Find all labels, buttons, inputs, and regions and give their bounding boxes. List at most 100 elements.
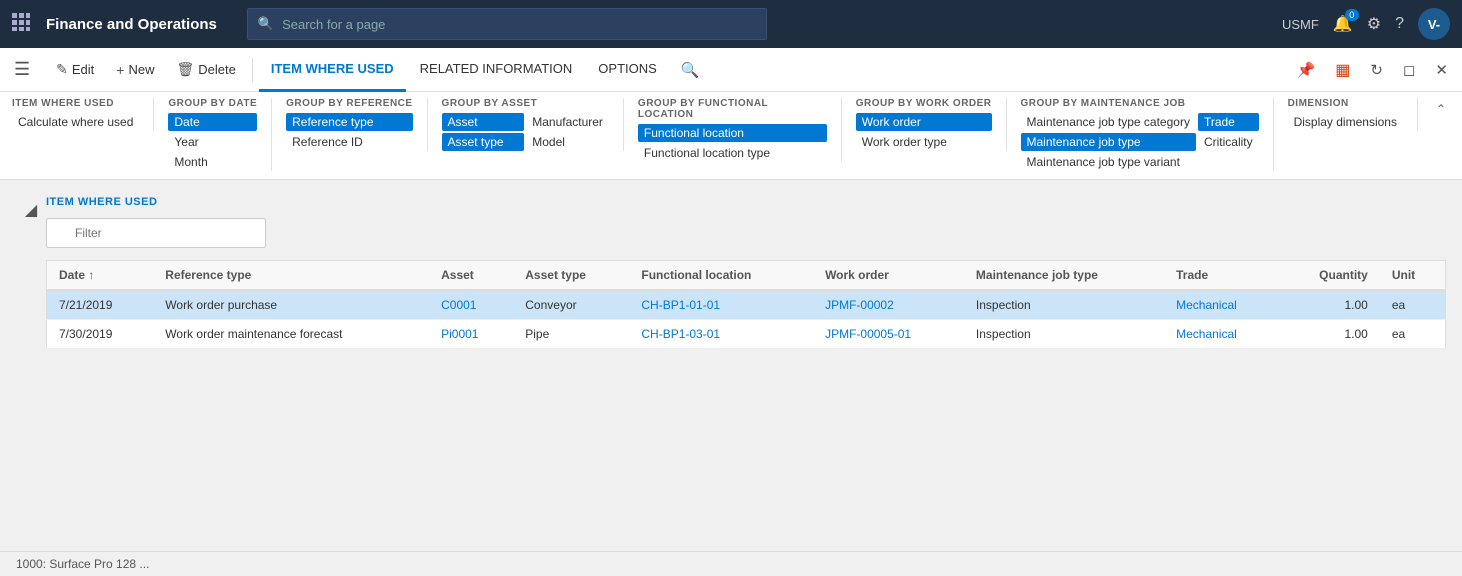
col-asset[interactable]: Asset bbox=[429, 261, 513, 291]
notification-badge: 0 bbox=[1345, 9, 1359, 21]
ribbon-maintenance-job-type-variant[interactable]: Maintenance job type variant bbox=[1021, 153, 1196, 171]
top-navigation: Finance and Operations 🔍 USMF 🔔 0 ⚙ ? V- bbox=[0, 0, 1462, 48]
ribbon-items-maintenance-job: Maintenance job type category Trade Main… bbox=[1021, 113, 1259, 171]
filter-icon[interactable]: ◢ bbox=[25, 200, 37, 220]
ribbon-group-label-reference: GROUP BY REFERENCE bbox=[286, 98, 412, 109]
filter-input[interactable] bbox=[46, 218, 266, 248]
table-row[interactable]: 7/30/2019 Work order maintenance forecas… bbox=[47, 320, 1446, 349]
ribbon-group-label-dimension: DIMENSION bbox=[1288, 98, 1403, 109]
delete-icon: 🗑 bbox=[176, 61, 194, 78]
cell-work-order-1[interactable]: JPMF-00002 bbox=[813, 290, 964, 320]
cell-quantity-1: 1.00 bbox=[1280, 290, 1380, 320]
new-button[interactable]: + New bbox=[106, 54, 164, 86]
col-trade[interactable]: Trade bbox=[1164, 261, 1280, 291]
col-quantity[interactable]: Quantity bbox=[1280, 261, 1380, 291]
ribbon-group-label-work-order: GROUP BY WORK ORDER bbox=[856, 98, 992, 109]
tab-options[interactable]: OPTIONS bbox=[586, 48, 669, 92]
search-bar[interactable]: 🔍 bbox=[247, 8, 767, 40]
cell-trade-1[interactable]: Mechanical bbox=[1164, 290, 1280, 320]
help-button[interactable]: ? bbox=[1395, 15, 1404, 33]
ribbon-group-by-maintenance-job: GROUP BY MAINTENANCE JOB Maintenance job… bbox=[1021, 98, 1274, 171]
ribbon-reference-id[interactable]: Reference ID bbox=[286, 133, 412, 151]
ribbon-display-dimensions[interactable]: Display dimensions bbox=[1288, 113, 1403, 131]
help-icon: ? bbox=[1395, 15, 1404, 32]
cell-functional-location-2[interactable]: CH-BP1-03-01 bbox=[629, 320, 813, 349]
tab-item-where-used[interactable]: ITEM WHERE USED bbox=[259, 48, 406, 92]
tab-related-information[interactable]: RELATED INFORMATION bbox=[408, 48, 585, 92]
toolbar: ☰ ✎ Edit + New 🗑 Delete ITEM WHERE USED … bbox=[0, 48, 1462, 92]
search-icon-toolbar[interactable]: 🔍 bbox=[675, 57, 706, 83]
col-functional-location[interactable]: Functional location bbox=[629, 261, 813, 291]
toolbar-actions-right: 📌 ▦ ↻ ◻ ✕ bbox=[1291, 56, 1454, 84]
cell-quantity-2: 1.00 bbox=[1280, 320, 1380, 349]
cell-maintenance-job-type-2: Inspection bbox=[964, 320, 1164, 349]
col-reference-type[interactable]: Reference type bbox=[153, 261, 429, 291]
ribbon-functional-location[interactable]: Functional location bbox=[638, 124, 827, 142]
edit-button[interactable]: ✎ Edit bbox=[46, 54, 104, 86]
refresh-icon[interactable]: ↻ bbox=[1364, 57, 1389, 83]
gear-icon: ⚙ bbox=[1367, 16, 1381, 33]
ribbon-manufacturer[interactable]: Manufacturer bbox=[526, 113, 609, 131]
ribbon-month[interactable]: Month bbox=[168, 153, 257, 171]
col-work-order[interactable]: Work order bbox=[813, 261, 964, 291]
col-maintenance-job-type[interactable]: Maintenance job type bbox=[964, 261, 1164, 291]
cell-asset-type-1: Conveyor bbox=[513, 290, 629, 320]
ribbon-trade[interactable]: Trade bbox=[1198, 113, 1259, 131]
data-table: Date Reference type Asset Asset type Fun… bbox=[46, 260, 1446, 349]
hamburger-icon[interactable]: ☰ bbox=[8, 55, 36, 84]
avatar[interactable]: V- bbox=[1418, 8, 1450, 40]
add-icon: + bbox=[116, 62, 124, 78]
ribbon-model[interactable]: Model bbox=[526, 133, 609, 151]
cell-asset-2[interactable]: Pi0001 bbox=[429, 320, 513, 349]
ribbon-asset[interactable]: Asset bbox=[442, 113, 525, 131]
ribbon-criticality[interactable]: Criticality bbox=[1198, 133, 1259, 151]
cell-unit-1: ea bbox=[1380, 290, 1446, 320]
app-grid-icon[interactable] bbox=[12, 13, 30, 36]
ribbon-group-label-maintenance-job: GROUP BY MAINTENANCE JOB bbox=[1021, 98, 1259, 109]
pin-icon[interactable]: 📌 bbox=[1291, 57, 1322, 83]
table-body: 7/21/2019 Work order purchase C0001 Conv… bbox=[47, 290, 1446, 349]
delete-button[interactable]: 🗑 Delete bbox=[166, 54, 245, 86]
ribbon-functional-location-type[interactable]: Functional location type bbox=[638, 144, 827, 162]
col-unit[interactable]: Unit bbox=[1380, 261, 1446, 291]
col-asset-type[interactable]: Asset type bbox=[513, 261, 629, 291]
settings-button[interactable]: ⚙ bbox=[1367, 14, 1381, 34]
cell-trade-2[interactable]: Mechanical bbox=[1164, 320, 1280, 349]
ribbon-year[interactable]: Year bbox=[168, 133, 257, 151]
ribbon-date[interactable]: Date bbox=[168, 113, 257, 131]
office-icon[interactable]: ▦ bbox=[1329, 56, 1356, 84]
cell-asset-1[interactable]: C0001 bbox=[429, 290, 513, 320]
ribbon-maintenance-job-type-category[interactable]: Maintenance job type category bbox=[1021, 113, 1196, 131]
ribbon-group-by-date: GROUP BY DATE Date Year Month bbox=[168, 98, 272, 171]
edit-icon: ✎ bbox=[56, 61, 68, 78]
ribbon-group-by-asset: GROUP BY ASSET Asset Manufacturer Asset … bbox=[442, 98, 624, 151]
ribbon-group-dimension: DIMENSION Display dimensions bbox=[1288, 98, 1418, 131]
main-content: ITEM WHERE USED 🔍 Date Reference type As… bbox=[46, 196, 1446, 349]
cell-date-1: 7/21/2019 bbox=[47, 290, 154, 320]
org-label: USMF bbox=[1282, 17, 1319, 32]
table-row[interactable]: 7/21/2019 Work order purchase C0001 Conv… bbox=[47, 290, 1446, 320]
cell-reference-type-1: Work order purchase bbox=[153, 290, 429, 320]
ribbon-calculate-where-used[interactable]: Calculate where used bbox=[12, 113, 139, 131]
ribbon-group-label-functional-location: GROUP BY FUNCTIONAL LOCATION bbox=[638, 98, 827, 120]
cell-work-order-2[interactable]: JPMF-00005-01 bbox=[813, 320, 964, 349]
ribbon-items-dimension: Display dimensions bbox=[1288, 113, 1403, 131]
close-icon[interactable]: ✕ bbox=[1429, 57, 1454, 83]
ribbon-asset-type[interactable]: Asset type bbox=[442, 133, 525, 151]
ribbon-work-order-type[interactable]: Work order type bbox=[856, 133, 992, 151]
col-date[interactable]: Date bbox=[47, 261, 154, 291]
ribbon-maintenance-job-type[interactable]: Maintenance job type bbox=[1021, 133, 1196, 151]
notification-button[interactable]: 🔔 0 bbox=[1333, 14, 1353, 34]
cell-reference-type-2: Work order maintenance forecast bbox=[153, 320, 429, 349]
ribbon-items-date: Date Year Month bbox=[168, 113, 257, 171]
ribbon-group-by-work-order: GROUP BY WORK ORDER Work order Work orde… bbox=[856, 98, 1007, 151]
top-nav-right: USMF 🔔 0 ⚙ ? V- bbox=[1282, 8, 1450, 40]
ribbon-collapse-icon[interactable]: ⌃ bbox=[1432, 98, 1450, 120]
search-input[interactable] bbox=[282, 17, 756, 32]
ribbon-items-reference: Reference type Reference ID bbox=[286, 113, 412, 151]
filter-sidebar: ◢ bbox=[16, 196, 46, 349]
ribbon-reference-type[interactable]: Reference type bbox=[286, 113, 412, 131]
ribbon-work-order[interactable]: Work order bbox=[856, 113, 992, 131]
cell-functional-location-1[interactable]: CH-BP1-01-01 bbox=[629, 290, 813, 320]
popout-icon[interactable]: ◻ bbox=[1397, 57, 1421, 83]
